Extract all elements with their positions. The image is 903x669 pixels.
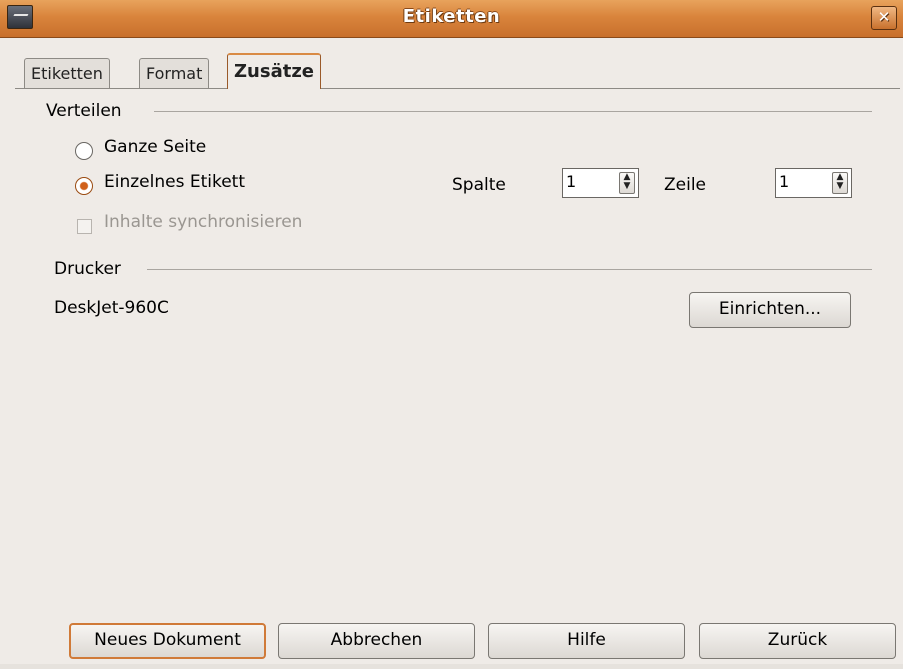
printer-setup-button[interactable]: Einrichten... [689, 292, 851, 328]
divider [147, 269, 872, 270]
printer-name: DeskJet-960C [54, 298, 169, 318]
back-button[interactable]: Zurück [699, 623, 896, 659]
checkbox-sync-contents[interactable] [77, 219, 92, 234]
radio-single-label-label[interactable]: Einzelnes Etikett [104, 172, 245, 192]
column-label: Spalte [452, 175, 506, 195]
title-bar: Etiketten ✕ [0, 0, 903, 38]
spin-arrows-icon[interactable]: ▲ ▼ [619, 172, 635, 194]
tab-format[interactable]: Format [139, 58, 210, 88]
window-title: Etiketten [402, 6, 501, 27]
tab-zusaetze[interactable]: Zusätze [227, 53, 322, 89]
help-button[interactable]: Hilfe [488, 623, 685, 659]
column-value[interactable]: 1 [566, 172, 576, 191]
window-bottom-edge [0, 664, 903, 669]
divider [154, 111, 872, 112]
tab-panel [15, 88, 900, 633]
cancel-button[interactable]: Abbrechen [278, 623, 475, 659]
row-label: Zeile [664, 175, 707, 195]
spin-arrows-icon[interactable]: ▲ ▼ [832, 172, 848, 194]
row-value[interactable]: 1 [779, 172, 789, 191]
new-document-button[interactable]: Neues Dokument [69, 623, 266, 659]
tab-etiketten[interactable]: Etiketten [24, 58, 110, 88]
checkbox-sync-contents-label: Inhalte synchronisieren [104, 212, 303, 232]
radio-whole-page[interactable] [75, 142, 93, 160]
radio-whole-page-label[interactable]: Ganze Seite [104, 137, 206, 157]
column-stepper[interactable]: 1 ▲ ▼ [562, 168, 639, 198]
row-stepper[interactable]: 1 ▲ ▼ [775, 168, 852, 198]
section-heading-distribute: Verteilen [46, 101, 122, 121]
radio-single-label[interactable] [75, 177, 93, 195]
section-heading-printer: Drucker [54, 259, 121, 279]
close-icon[interactable]: ✕ [871, 6, 897, 30]
